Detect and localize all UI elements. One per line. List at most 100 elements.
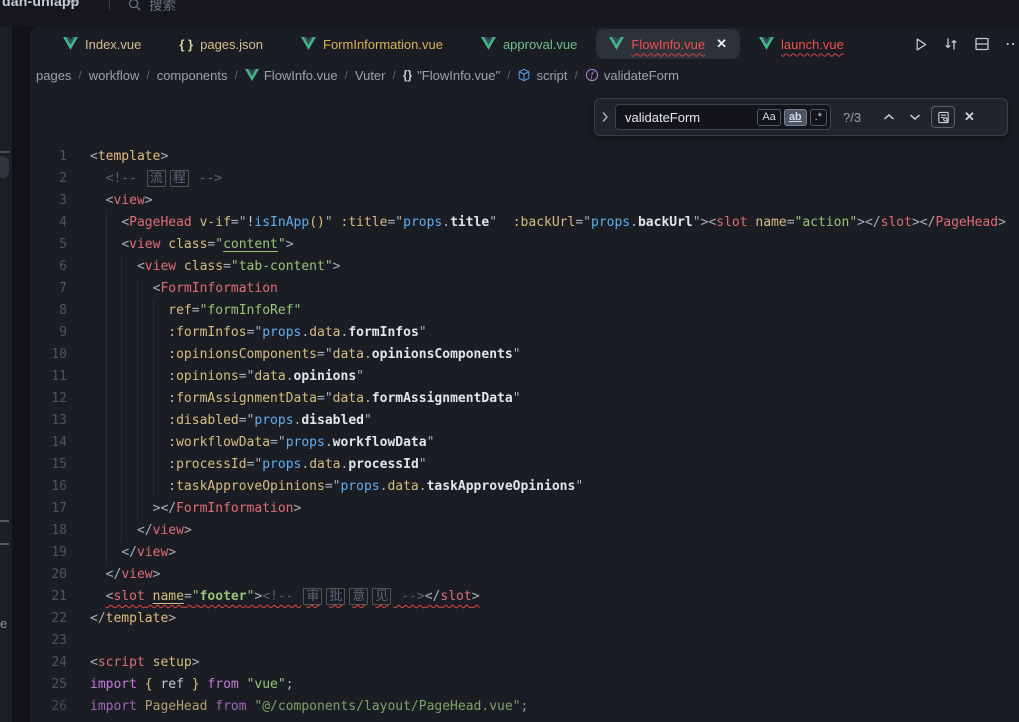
code-line-22[interactable]: 22</template> bbox=[30, 608, 1019, 630]
tab-launch.vue[interactable]: launch.vue bbox=[740, 27, 863, 61]
code-line-9[interactable]: 9 :formInfos="props.data.formInfos" bbox=[30, 322, 1019, 344]
line-number[interactable]: 26 bbox=[30, 696, 67, 718]
code-line-4[interactable]: 4 <PageHead v-if="!isInApp()" :title="pr… bbox=[30, 212, 1019, 234]
code-line-25[interactable]: 25import { ref } from "vue"; bbox=[30, 674, 1019, 696]
line-number[interactable]: 20 bbox=[30, 564, 67, 586]
code-editor[interactable]: 1<template>2 <!-- 流程 -->3 <view>4 <PageH… bbox=[30, 89, 1019, 722]
code-line-19[interactable]: 19 </view> bbox=[30, 542, 1019, 564]
line-number[interactable]: 8 bbox=[30, 300, 67, 322]
code-token: :formAssignmentData bbox=[168, 391, 317, 406]
breadcrumb-item-Vuter[interactable]: Vuter bbox=[355, 68, 386, 83]
line-number[interactable]: 25 bbox=[30, 674, 67, 696]
line-number[interactable]: 17 bbox=[30, 498, 67, 520]
code-token: =" bbox=[325, 479, 341, 494]
tab-Index.vue[interactable]: Index.vue bbox=[44, 27, 160, 61]
close-find-icon[interactable]: ✕ bbox=[964, 109, 975, 125]
breadcrumb-item-script[interactable]: script bbox=[517, 68, 567, 83]
whole-word-toggle[interactable]: ab bbox=[784, 109, 807, 126]
split-editor-icon[interactable] bbox=[974, 36, 990, 52]
line-number[interactable]: 7 bbox=[30, 278, 67, 300]
code-line-1[interactable]: 1<template> bbox=[30, 146, 1019, 168]
line-number[interactable]: 5 bbox=[30, 234, 67, 256]
indent-guide bbox=[137, 454, 138, 476]
code-line-6[interactable]: 6 <view class="tab-content"> bbox=[30, 256, 1019, 278]
code-line-7[interactable]: 7 <FormInformation bbox=[30, 278, 1019, 300]
line-number[interactable]: 21 bbox=[30, 586, 67, 608]
more-actions-icon[interactable]: ⋯ bbox=[1005, 34, 1017, 54]
code-line-14[interactable]: 14 :workflowData="props.workflowData" bbox=[30, 432, 1019, 454]
line-number[interactable]: 22 bbox=[30, 608, 67, 630]
line-number[interactable]: 11 bbox=[30, 366, 67, 388]
line-number[interactable]: 6 bbox=[30, 256, 67, 278]
line-number[interactable]: 18 bbox=[30, 520, 67, 542]
tab-FlowInfo.vue[interactable]: FlowInfo.vue✕ bbox=[596, 29, 740, 59]
code-line-11[interactable]: 11 :opinions="data.opinions" bbox=[30, 366, 1019, 388]
indent-guide bbox=[137, 366, 138, 388]
breadcrumb-item-pages[interactable]: pages bbox=[36, 68, 71, 83]
line-number[interactable]: 14 bbox=[30, 432, 67, 454]
tab-pages.json[interactable]: { }pages.json bbox=[160, 27, 282, 61]
line-number[interactable]: 2 bbox=[30, 168, 67, 190]
code-line-3[interactable]: 3 <view> bbox=[30, 190, 1019, 212]
close-tab-icon[interactable]: ✕ bbox=[716, 36, 727, 52]
breadcrumb-item-FlowInfo.vue[interactable]: FlowInfo.vue bbox=[245, 68, 338, 83]
code-line-13[interactable]: 13 :disabled="props.disabled" bbox=[30, 410, 1019, 432]
code-token: name bbox=[755, 215, 786, 230]
indent-guide bbox=[121, 322, 122, 344]
find-in-selection-icon[interactable] bbox=[931, 106, 955, 128]
line-number[interactable]: 4 bbox=[30, 212, 67, 234]
code-token: =" bbox=[317, 347, 333, 362]
compare-changes-icon[interactable] bbox=[943, 36, 959, 52]
tab-approval.vue[interactable]: approval.vue bbox=[462, 27, 596, 61]
line-number[interactable]: 10 bbox=[30, 344, 67, 366]
code-line-17[interactable]: 17 ></FormInformation> bbox=[30, 498, 1019, 520]
line-number[interactable]: 13 bbox=[30, 410, 67, 432]
indent-guide bbox=[137, 498, 138, 520]
match-case-toggle[interactable]: Aa bbox=[757, 109, 780, 126]
next-match-icon[interactable] bbox=[909, 113, 921, 121]
line-number[interactable]: 16 bbox=[30, 476, 67, 498]
line-number[interactable]: 9 bbox=[30, 322, 67, 344]
code-token: view bbox=[137, 545, 168, 560]
line-number[interactable]: 1 bbox=[30, 146, 67, 168]
indent-guide bbox=[121, 432, 122, 454]
line-number[interactable]: 3 bbox=[30, 190, 67, 212]
code-token: > bbox=[333, 259, 341, 274]
code-line-10[interactable]: 10 :opinionsComponents="data.opinionsCom… bbox=[30, 344, 1019, 366]
code-line-24[interactable]: 24<script setup> bbox=[30, 652, 1019, 674]
code-line-23[interactable]: 23 bbox=[30, 630, 1019, 652]
line-number[interactable]: 23 bbox=[30, 630, 67, 652]
code-token: view bbox=[145, 259, 176, 274]
code-line-18[interactable]: 18 </view> bbox=[30, 520, 1019, 542]
code-line-26[interactable]: 26import PageHead from "@/components/lay… bbox=[30, 696, 1019, 718]
find-input[interactable] bbox=[616, 110, 757, 125]
global-search[interactable]: 搜索 bbox=[128, 0, 176, 14]
toggle-replace-icon[interactable] bbox=[595, 111, 615, 123]
breadcrumb-item-workflow[interactable]: workflow bbox=[89, 68, 140, 83]
regex-toggle[interactable]: .* bbox=[810, 109, 827, 126]
code-token: :title bbox=[341, 215, 388, 230]
code-token: "action" bbox=[795, 215, 858, 230]
code-line-2[interactable]: 2 <!-- 流程 --> bbox=[30, 168, 1019, 190]
code-line-20[interactable]: 20 </view> bbox=[30, 564, 1019, 586]
code-token: ; bbox=[521, 699, 529, 714]
line-number[interactable]: 12 bbox=[30, 388, 67, 410]
breadcrumb-item-components[interactable]: components bbox=[157, 68, 228, 83]
code-token: " bbox=[419, 457, 427, 472]
breadcrumb-item-FlowInfo.vue[interactable]: {}"FlowInfo.vue" bbox=[403, 68, 500, 83]
line-number[interactable]: 24 bbox=[30, 652, 67, 674]
run-icon[interactable] bbox=[913, 37, 928, 52]
code-line-15[interactable]: 15 :processId="props.data.processId" bbox=[30, 454, 1019, 476]
line-number[interactable]: 15 bbox=[30, 454, 67, 476]
code-line-21[interactable]: 21 <slot name="footer"><!-- 审批意见 --></sl… bbox=[30, 586, 1019, 608]
code-line-5[interactable]: 5 <view class="content"> bbox=[30, 234, 1019, 256]
breadcrumb-item-validateForm[interactable]: fvalidateForm bbox=[585, 68, 679, 83]
code-line-16[interactable]: 16 :taskApproveOpinions="props.data.task… bbox=[30, 476, 1019, 498]
code-line-12[interactable]: 12 :formAssignmentData="data.formAssignm… bbox=[30, 388, 1019, 410]
code-line-8[interactable]: 8 ref="formInfoRef" bbox=[30, 300, 1019, 322]
code-token: > bbox=[153, 567, 161, 582]
line-number[interactable]: 19 bbox=[30, 542, 67, 564]
tab-FormInformation.vue[interactable]: FormInformation.vue bbox=[282, 27, 462, 61]
previous-match-icon[interactable] bbox=[883, 113, 895, 121]
indent-guide bbox=[137, 476, 138, 498]
